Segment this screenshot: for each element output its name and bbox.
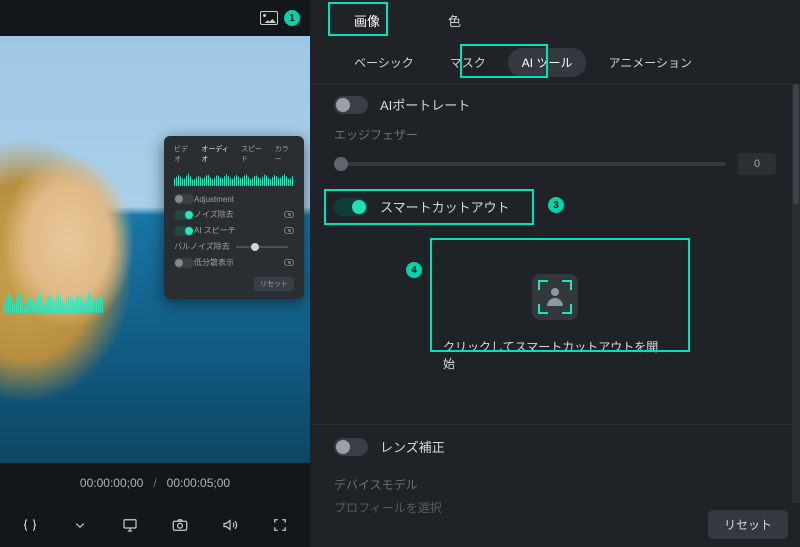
annotation-badge-4: 4: [406, 262, 422, 278]
reset-button[interactable]: リセット: [708, 510, 788, 539]
transport-bar: [0, 503, 310, 547]
edge-feather-slider[interactable]: [334, 162, 726, 166]
smart-cutout-label: スマートカットアウト: [380, 197, 510, 216]
tab-image[interactable]: 画像: [340, 5, 394, 36]
pitch-toggle[interactable]: [174, 258, 194, 268]
ai-portrait-label: AIポートレート: [380, 95, 470, 114]
audio-card-tab[interactable]: ビデオ: [174, 144, 193, 164]
smart-cutout-toggle[interactable]: [334, 198, 368, 216]
ai-portrait-section: AIポートレート エッジフェザー 0: [310, 84, 800, 185]
lens-correction-toggle[interactable]: [334, 438, 368, 456]
preview-viewport[interactable]: ビデオ オーディオ スピード カラー Adjustment ノイズ除去 AI ス…: [0, 36, 310, 463]
chevron-down-icon[interactable]: [69, 514, 91, 536]
pitch-label: 低分散表示: [194, 257, 234, 268]
scrollbar-track[interactable]: [792, 84, 800, 503]
slider-thumb[interactable]: [334, 157, 348, 171]
volume-icon[interactable]: [219, 514, 241, 536]
device-model-label: デバイスモデル: [310, 476, 800, 493]
audio-card-tab[interactable]: カラー: [275, 144, 294, 164]
display-icon[interactable]: [119, 514, 141, 536]
smart-cutout-start-area: クリックしてスマートカットアウトを開始: [433, 254, 677, 394]
visibility-icon[interactable]: [284, 211, 294, 218]
lens-correction-label: レンズ補正: [380, 437, 445, 456]
balance-label: バルノイズ除去: [174, 241, 230, 252]
audio-adjust-label: Adjustment: [194, 195, 234, 204]
noise-removal-label: ノイズ除去: [194, 209, 234, 220]
properties-panel: 画像 色 ベーシック マスク AI ツール アニメーション 2 AIポートレート…: [310, 0, 800, 547]
visibility-icon[interactable]: [284, 227, 294, 234]
scrollbar-thumb[interactable]: [793, 84, 799, 204]
balance-slider[interactable]: [236, 246, 288, 248]
timecode-separator: /: [153, 476, 156, 490]
ai-speech-toggle[interactable]: [174, 226, 194, 236]
preview-toolbar: 1: [0, 0, 310, 36]
tab-ai-tools[interactable]: AI ツール: [508, 48, 587, 77]
smart-cutout-section: スマートカットアウト 3: [310, 185, 800, 234]
property-sub-tabs: ベーシック マスク AI ツール アニメーション 2: [310, 40, 800, 84]
ai-speech-label: AI スピーチ: [194, 225, 236, 236]
smart-cutout-start-button[interactable]: [532, 274, 578, 320]
preview-panel: 1 ビデオ オーディオ スピード カラー Adjustment ノイズ除去 AI…: [0, 0, 310, 547]
timecode-bar: 00:00:00;00 / 00:00:05;00: [0, 463, 310, 503]
tab-mask[interactable]: マスク: [436, 48, 500, 77]
tab-basic[interactable]: ベーシック: [340, 48, 428, 77]
edge-feather-label: エッジフェザー: [334, 126, 776, 143]
person-icon: [546, 288, 564, 306]
fullscreen-icon[interactable]: [269, 514, 291, 536]
noise-removal-toggle[interactable]: [174, 210, 194, 220]
timecode-total: 00:00:05;00: [167, 476, 230, 490]
camera-icon[interactable]: [169, 514, 191, 536]
lens-correction-section: レンズ補正: [310, 424, 800, 468]
audio-card-reset-button[interactable]: リセット: [254, 277, 294, 291]
tab-color[interactable]: 色: [434, 5, 475, 36]
timecode-current[interactable]: 00:00:00;00: [80, 476, 143, 490]
audio-adjust-toggle[interactable]: [174, 194, 194, 204]
audio-card-tab[interactable]: スピード: [241, 144, 267, 164]
image-mode-icon[interactable]: [260, 11, 278, 25]
audio-card-tab[interactable]: オーディオ: [201, 144, 233, 164]
edge-feather-value[interactable]: 0: [738, 153, 776, 175]
smart-cutout-start-label: クリックしてスマートカットアウトを開始: [443, 338, 667, 372]
audio-adjustment-card[interactable]: ビデオ オーディオ スピード カラー Adjustment ノイズ除去 AI ス…: [164, 136, 304, 299]
audio-card-tabs[interactable]: ビデオ オーディオ スピード カラー: [174, 144, 294, 164]
annotation-badge-3: 3: [548, 197, 564, 213]
tab-animation[interactable]: アニメーション: [594, 48, 706, 77]
smart-cutout-body: クリックしてスマートカットアウトを開始 4: [310, 234, 800, 424]
audio-card-waveform: [174, 170, 294, 186]
ai-portrait-toggle[interactable]: [334, 96, 368, 114]
visibility-icon[interactable]: [284, 259, 294, 266]
annotation-badge-1: 1: [284, 10, 300, 26]
marker-braces-button[interactable]: [19, 514, 41, 536]
property-category-tabs: 画像 色: [310, 0, 800, 40]
